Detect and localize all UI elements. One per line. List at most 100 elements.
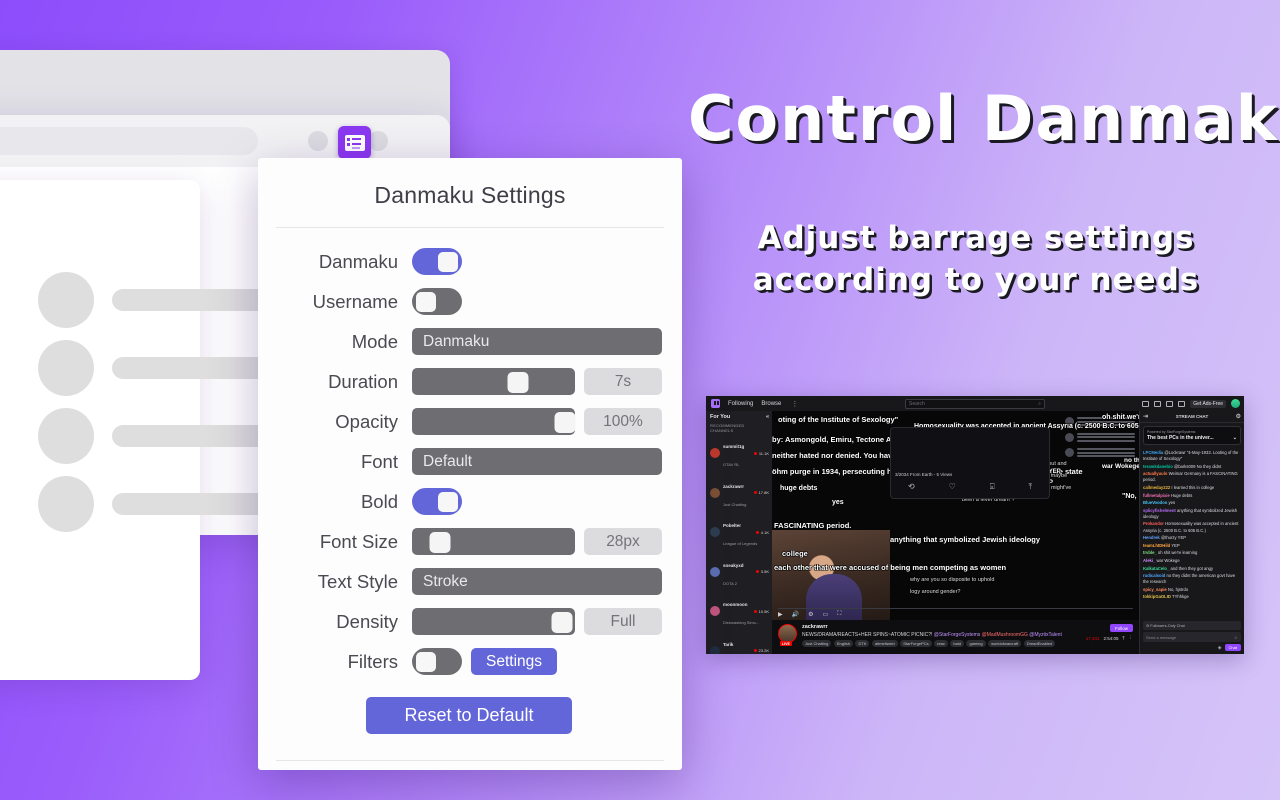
mode-select[interactable]: Danmaku (412, 328, 662, 355)
bits-icon[interactable]: ◈ (1218, 645, 1222, 651)
retweet-icon[interactable]: ⟲ (908, 482, 915, 492)
tag[interactable]: DTK (855, 640, 870, 647)
mention-2[interactable]: @MadMushroomGG (982, 632, 1028, 638)
danmaku-toggle[interactable] (412, 248, 462, 275)
filters-settings-button[interactable]: Settings (471, 648, 558, 675)
share-icon[interactable]: ⤒ (1123, 636, 1125, 641)
tag[interactable]: gaming (966, 640, 986, 647)
chat-text: yes (1168, 500, 1176, 506)
sidebar-channel[interactable]: summit1g GTAV RL 11.1K (710, 435, 769, 471)
expand-icon[interactable]: ⇥ (1143, 413, 1148, 420)
channel-avatar[interactable]: LIVE (778, 624, 797, 646)
chat-username[interactable]: teramkdanebio (1143, 464, 1173, 469)
duration-slider[interactable] (412, 368, 575, 395)
tag[interactable]: altmeltwich (871, 640, 898, 647)
promo-headline: Control Danmaku (688, 82, 1280, 155)
chat-username[interactable]: callmeday222 (1143, 485, 1170, 490)
slider-thumb[interactable] (551, 611, 573, 633)
like-icon[interactable]: ♡ (949, 482, 956, 492)
tag[interactable]: English (833, 640, 853, 647)
share-icon[interactable]: ⤒ (1028, 482, 1032, 492)
filters-toggle[interactable] (412, 648, 462, 675)
address-bar[interactable] (0, 127, 258, 155)
sidebar-channel[interactable]: moonmoon Dishwashing Simu... 10.5K (710, 593, 769, 629)
bell-icon[interactable] (1178, 400, 1186, 407)
chat-input[interactable]: Send a message ☺ (1143, 632, 1241, 642)
chat-username[interactable]: fullmetalpixie (1143, 493, 1170, 498)
sidebar-channel[interactable]: Tarik VALORANT 23.2K (710, 633, 769, 654)
user-avatar[interactable] (1231, 399, 1240, 408)
chat-username[interactable]: tokkipGaOLID (1143, 594, 1171, 599)
chat-text: and then they got angy (1170, 565, 1214, 571)
chat-username[interactable]: BlueVoodoo (1143, 500, 1167, 505)
more-icon[interactable]: ⋮ (1129, 635, 1134, 641)
bookmark-icon[interactable]: ⌻ (990, 482, 995, 492)
chevron-down-icon[interactable]: ⌄ (1233, 435, 1237, 441)
chat-settings-icon[interactable]: ⚙ (1236, 413, 1241, 420)
channel-display-name[interactable]: zackrawrr (802, 624, 1062, 630)
nav-more-icon[interactable]: ⋮ (791, 400, 798, 408)
chat-username[interactable]: spicy_sapie (1143, 587, 1167, 592)
emote-icon[interactable]: ☺ (1234, 635, 1238, 640)
chat-message: Hendrek @thurzy YEP (1143, 535, 1241, 541)
search-icon[interactable]: ⌕ (1038, 401, 1041, 407)
tag[interactable]: DreadEnabled (1023, 640, 1056, 647)
chat-username[interactable]: Prokandor (1143, 521, 1164, 526)
placeholder-bar (112, 493, 272, 515)
chat-username[interactable]: teamLhtDHild (1143, 543, 1170, 548)
chat-username[interactable]: trvble_ (1143, 550, 1157, 555)
settings-icon[interactable]: ⚙ (808, 611, 813, 618)
row-label-font-size: Font Size (319, 530, 398, 552)
chat-message: LPCMedia @Lockrawr "4-May-1933. Looting … (1143, 450, 1241, 462)
get-ads-free-button[interactable]: Get Ads-Free (1190, 399, 1226, 408)
density-slider[interactable] (412, 608, 575, 635)
font-select[interactable]: Default (412, 448, 662, 475)
volume-icon[interactable]: 🔊 (792, 611, 799, 618)
theatre-icon[interactable]: ▭ (823, 611, 829, 618)
font-size-slider[interactable] (412, 528, 575, 555)
chat-send-button[interactable]: Chat (1224, 644, 1241, 651)
play-icon[interactable]: ▶ (778, 611, 783, 618)
live-dot-icon (755, 570, 759, 573)
slider-thumb[interactable] (507, 371, 529, 393)
tag[interactable]: worldofwarcraft (988, 640, 1022, 647)
text-style-select[interactable]: Stroke (412, 568, 662, 595)
collapse-icon[interactable]: « (766, 414, 769, 420)
twitch-logo-icon[interactable] (711, 399, 720, 408)
chat-username[interactable]: KalkataCelo_ (1143, 566, 1169, 571)
prime-icon[interactable] (1154, 400, 1162, 407)
chat-icon[interactable] (1166, 400, 1174, 407)
tag[interactable]: bald (950, 640, 964, 647)
opacity-slider[interactable] (412, 408, 576, 435)
fullscreen-icon[interactable]: ⛶ (837, 611, 841, 618)
chat-username[interactable]: Hendrek (1143, 535, 1160, 540)
tag[interactable]: reac (934, 640, 948, 647)
chat-promo-card[interactable]: Powered by StarForgeSystems The best PCs… (1143, 426, 1241, 445)
chat-username[interactable]: splicyfishelment (1143, 508, 1176, 513)
chat-username[interactable]: rudicalsoid (1143, 573, 1165, 578)
nav-browse[interactable]: Browse (761, 401, 781, 407)
tag[interactable]: Just Chatting (802, 640, 832, 647)
row-label-filters: Filters (347, 650, 398, 672)
chat-username[interactable]: Aleki_ (1143, 558, 1155, 563)
slider-thumb[interactable] (429, 531, 451, 553)
username-toggle[interactable] (412, 288, 462, 315)
slider-thumb[interactable] (554, 411, 576, 433)
sidebar-channel[interactable]: zackrawrr Just Chatting 17.8K (710, 475, 769, 511)
video-player[interactable]: oting of the Institute of Sexology" Homo… (772, 411, 1139, 620)
follow-button[interactable]: Follow (1109, 624, 1133, 632)
sidebar-channel[interactable]: Pobelter League of Legends 4.1K (710, 514, 769, 550)
setting-row-duration: Duration 7s (272, 362, 666, 401)
mention-1[interactable]: @StarForgeSystems (934, 632, 980, 638)
mention-3[interactable]: @MyztixTalent (1029, 632, 1062, 638)
tag[interactable]: StarForgePCs (900, 640, 932, 647)
bold-toggle[interactable] (412, 488, 462, 515)
chat-username[interactable]: LPCMedia (1143, 450, 1163, 455)
reset-to-default-button[interactable]: Reset to Default (366, 697, 572, 734)
nav-following[interactable]: Following (728, 401, 753, 407)
extension-icon[interactable] (338, 126, 371, 159)
chat-username[interactable]: actuallyuulo (1143, 471, 1167, 476)
sidebar-channel[interactable]: sneakyxd DOTA 2 3.5K (710, 554, 769, 590)
twitch-search-input[interactable]: Search ⌕ (905, 398, 1045, 409)
crown-icon[interactable] (1142, 400, 1150, 407)
